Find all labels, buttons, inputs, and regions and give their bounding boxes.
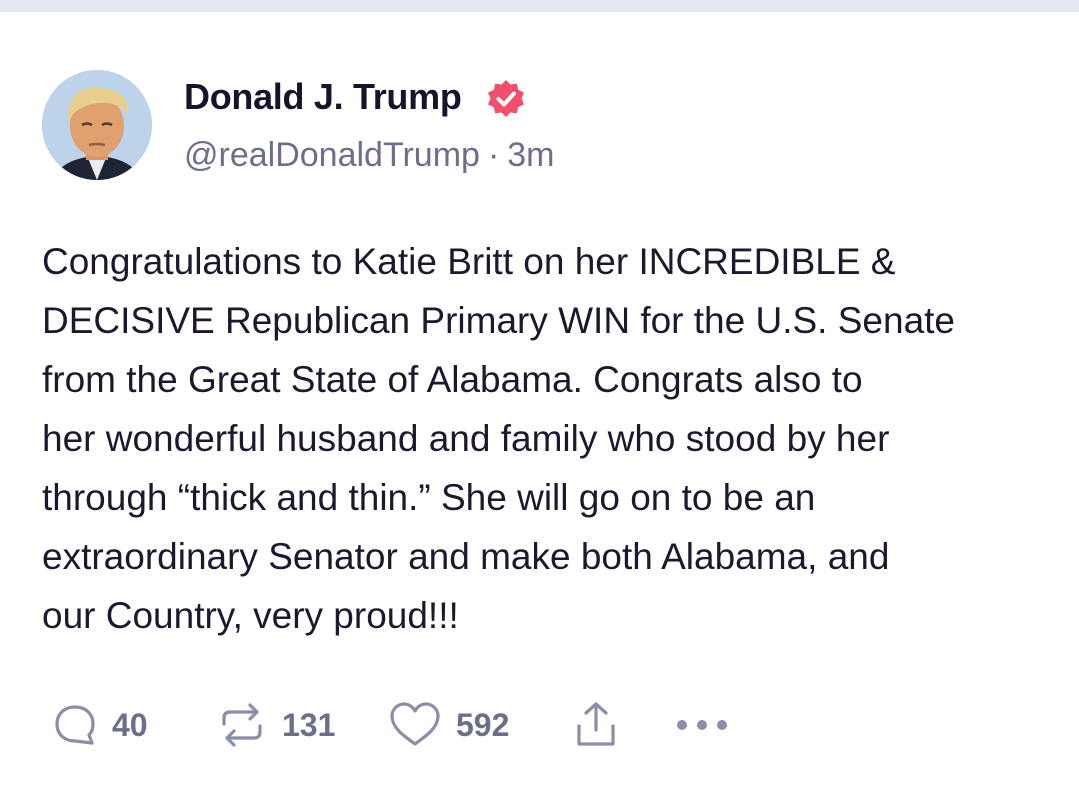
ellipsis-icon bbox=[676, 715, 728, 735]
repost-arrows-icon bbox=[216, 700, 268, 750]
repost-count: 131 bbox=[282, 706, 336, 743]
display-name[interactable]: Donald J. Trump bbox=[184, 76, 462, 118]
heart-icon bbox=[388, 701, 442, 749]
avatar[interactable] bbox=[42, 70, 152, 180]
reply-button[interactable]: 40 bbox=[52, 700, 148, 750]
action-bar: 40 131 592 bbox=[52, 700, 752, 750]
share-button[interactable] bbox=[574, 700, 618, 750]
post-timestamp[interactable]: 3m bbox=[507, 136, 554, 174]
speech-bubble-icon bbox=[52, 702, 98, 748]
more-options-button[interactable] bbox=[676, 700, 728, 750]
like-button[interactable]: 592 bbox=[388, 700, 509, 750]
like-count: 592 bbox=[456, 706, 510, 743]
reply-count: 40 bbox=[112, 706, 148, 743]
share-upload-icon bbox=[574, 700, 618, 750]
top-edge-strip bbox=[0, 0, 1079, 12]
repost-button[interactable]: 131 bbox=[216, 700, 335, 750]
verified-badge-icon bbox=[485, 78, 527, 120]
profile-photo bbox=[42, 70, 152, 180]
meta-separator: · bbox=[487, 136, 500, 174]
author-handle[interactable]: @realDonaldTrump bbox=[184, 136, 480, 174]
post-text: Congratulations to Katie Britt on her IN… bbox=[42, 241, 956, 636]
author-meta: @realDonaldTrump · 3m bbox=[184, 136, 555, 175]
